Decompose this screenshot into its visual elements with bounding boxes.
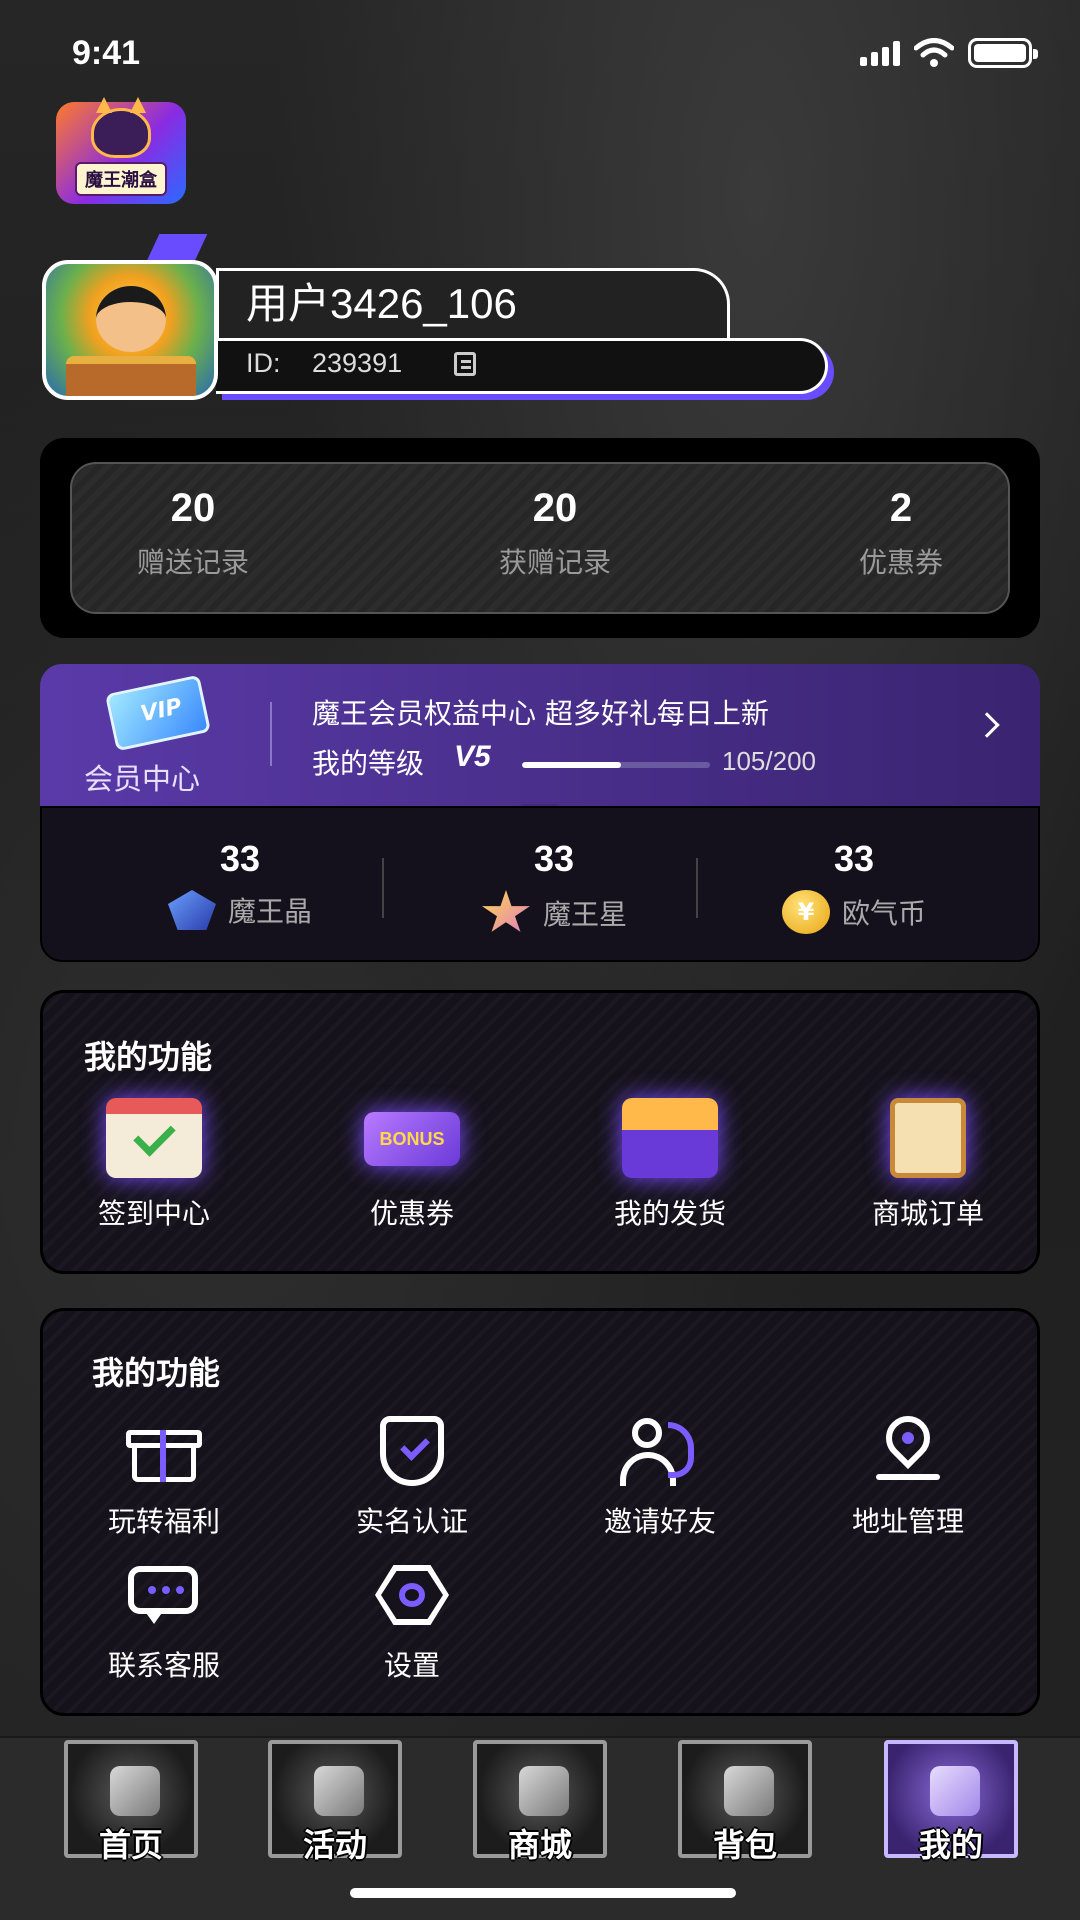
demon-mascot-icon (91, 97, 151, 158)
feature-customer-service[interactable]: 联系客服 (54, 1560, 274, 1684)
star-icon (481, 890, 530, 932)
copy-icon[interactable] (454, 352, 476, 376)
clipboard-icon (890, 1098, 966, 1178)
feature-checkin[interactable]: 签到中心 (44, 1098, 264, 1232)
feature-verification[interactable]: 实名认证 (302, 1416, 522, 1540)
currency-value: 33 (533, 838, 575, 879)
status-time: 9:41 (72, 34, 141, 72)
user-id-label: ID: (246, 348, 281, 378)
castle-icon (930, 1766, 980, 1816)
currency-star[interactable]: 33 魔王星 (424, 838, 684, 936)
settings-icon (375, 1565, 449, 1625)
currency-crystal[interactable]: 33 魔王晶 (110, 838, 370, 930)
status-icons (860, 38, 1038, 68)
coin-icon: ¥ (781, 890, 830, 934)
wifi-icon (914, 38, 954, 67)
helmet-icon (110, 1766, 160, 1816)
vip-progress-text: 105/200 (722, 746, 816, 776)
tab-label: 商城 (507, 1826, 572, 1864)
feature-label: 实名认证 (355, 1505, 468, 1538)
tab-backpack[interactable]: 背包 (678, 1740, 812, 1864)
feature-label: 设置 (383, 1649, 440, 1682)
voucher-icon: BONUS (364, 1112, 460, 1166)
features-title: 我的功能 (84, 1038, 213, 1076)
vip-progress-fill (522, 762, 621, 768)
feature-label: 玩转福利 (107, 1505, 220, 1538)
backpack-icon (724, 1766, 774, 1816)
feature-address[interactable]: 地址管理 (798, 1406, 1018, 1540)
tab-label: 背包 (712, 1826, 777, 1864)
feature-label: 联系客服 (107, 1649, 220, 1682)
tab-label: 首页 (98, 1826, 163, 1864)
tab-home[interactable]: 首页 (64, 1740, 198, 1864)
box-icon (622, 1098, 718, 1178)
currency-value: 33 (833, 838, 875, 879)
vip-divider (270, 702, 272, 766)
stat-value: 20 (170, 486, 216, 530)
crystal-icon (167, 890, 216, 930)
vip-level-label: 我的等级 (312, 747, 425, 780)
feature-invite[interactable]: 邀请好友 (550, 1416, 770, 1540)
currency-divider (696, 858, 698, 918)
stat-gift-sent[interactable]: 20 赠送记录 (73, 486, 313, 581)
calendar-icon (106, 1098, 202, 1178)
feature-label: 邀请好友 (603, 1505, 716, 1538)
tab-activity[interactable]: 活动 (268, 1740, 402, 1864)
currency-label: 欧气币 (841, 897, 926, 930)
tab-label: 活动 (302, 1826, 367, 1864)
app-logo: 魔王潮盒 (56, 97, 186, 204)
chat-icon (122, 1560, 206, 1630)
shield-eye-icon (314, 1766, 364, 1816)
stat-coupons[interactable]: 2 优惠券 (781, 486, 1021, 581)
feature-label: 商城订单 (871, 1197, 984, 1230)
vip-level: V5 (454, 740, 491, 773)
battery-icon (968, 38, 1038, 68)
stat-gift-received[interactable]: 20 获赠记录 (435, 486, 675, 581)
feature-label: 我的发货 (613, 1197, 726, 1230)
feature-coupons[interactable]: BONUS 优惠券 (302, 1098, 522, 1232)
stat-label: 赠送记录 (136, 546, 249, 579)
feature-label: 优惠券 (369, 1197, 454, 1230)
home-indicator[interactable] (350, 1888, 736, 1898)
feature-label: 签到中心 (97, 1197, 210, 1230)
user-id-value: 239391 (312, 348, 403, 378)
vip-center-label[interactable]: 会员中心 (84, 756, 200, 798)
avatar[interactable] (42, 260, 218, 400)
shield-icon (380, 1416, 444, 1486)
friends-icon (618, 1416, 702, 1486)
currency-label: 魔王晶 (227, 895, 312, 928)
stat-label: 优惠券 (858, 546, 943, 579)
vip-title: 魔王会员权益中心 超多好礼每日上新 (312, 697, 769, 730)
app-logo-text: 魔王潮盒 (75, 162, 167, 196)
stat-label: 获赠记录 (498, 546, 611, 579)
vip-card-text: VIP (138, 694, 185, 728)
tab-mine[interactable]: 我的 (884, 1740, 1018, 1864)
username: 用户3426_106 (246, 280, 517, 327)
location-icon (866, 1406, 950, 1486)
shop-icon (519, 1766, 569, 1816)
feature-settings[interactable]: 设置 (302, 1560, 522, 1684)
features-title: 我的功能 (92, 1354, 221, 1392)
currency-coin[interactable]: 33 ¥ 欧气币 (724, 838, 984, 934)
tab-shop[interactable]: 商城 (473, 1740, 607, 1864)
feature-orders[interactable]: 商城订单 (818, 1098, 1038, 1232)
gift-icon (122, 1416, 206, 1486)
feature-label: 地址管理 (851, 1505, 964, 1538)
signal-icon (860, 40, 900, 66)
status-bar: 9:41 (0, 0, 1080, 100)
currency-divider (382, 858, 384, 918)
currency-label: 魔王星 (542, 898, 627, 931)
tab-label: 我的 (918, 1826, 983, 1864)
feature-shipments[interactable]: 我的发货 (560, 1098, 780, 1232)
vip-progress-bar (522, 762, 710, 768)
stat-value: 2 (889, 486, 913, 530)
currency-value: 33 (219, 838, 261, 879)
feature-welfare[interactable]: 玩转福利 (54, 1416, 274, 1540)
stat-value: 20 (532, 486, 578, 530)
user-id-box (216, 338, 828, 394)
